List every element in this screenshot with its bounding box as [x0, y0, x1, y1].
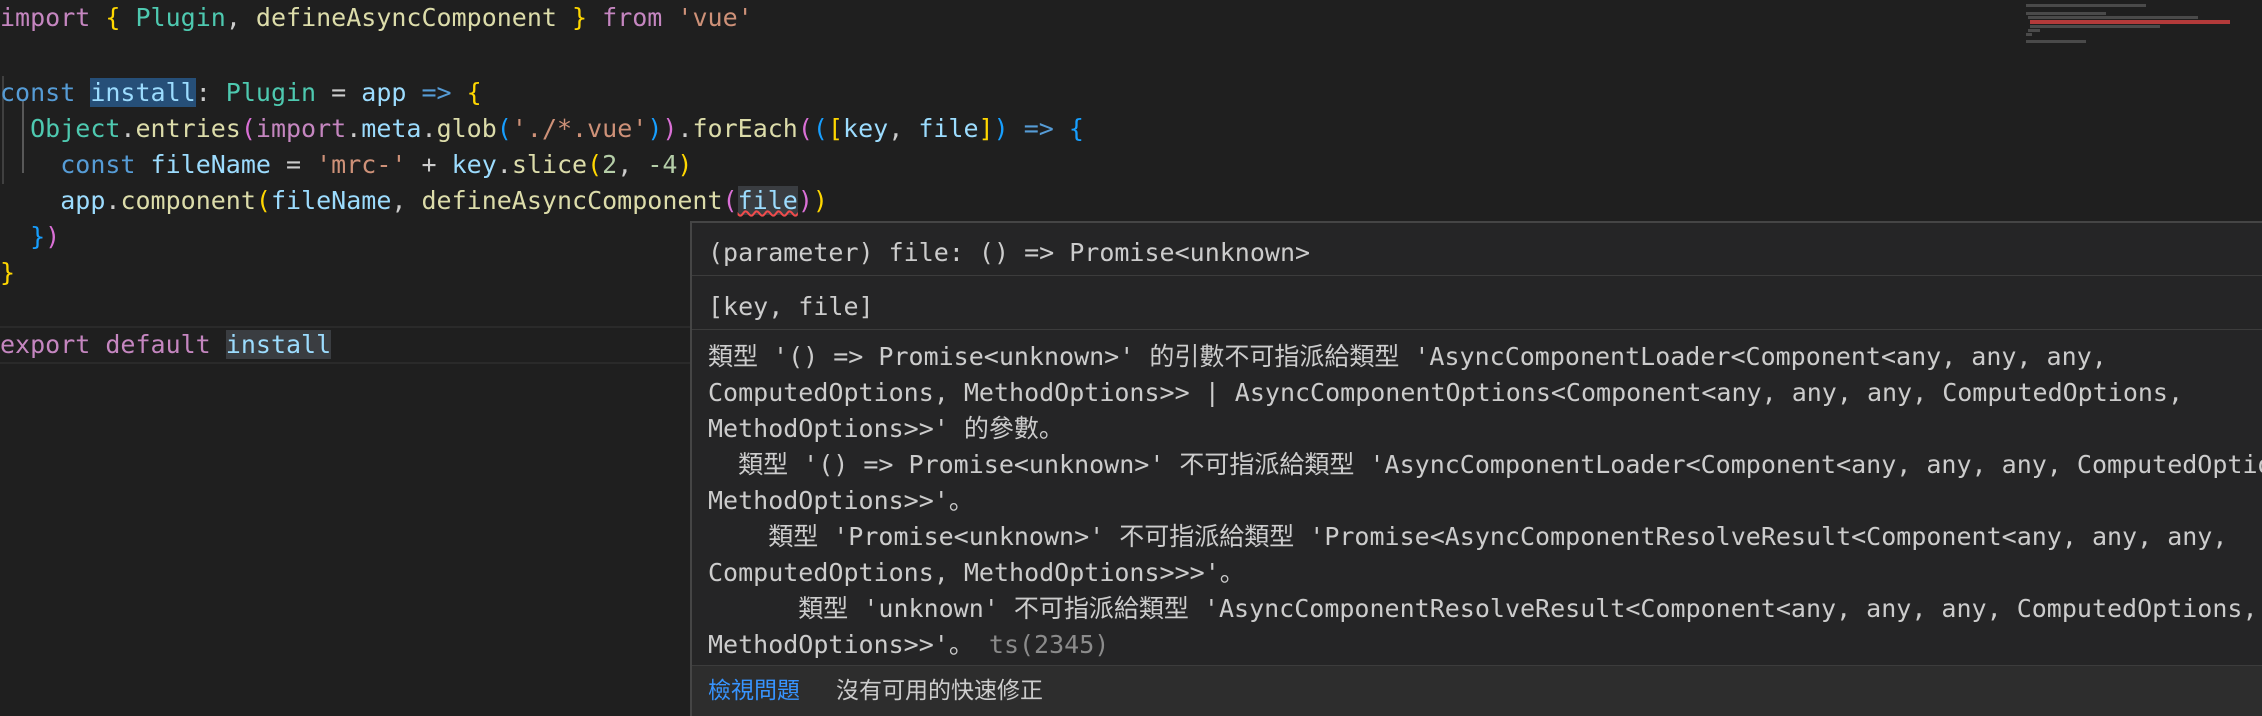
code-line-1[interactable]: import { Plugin, defineAsyncComponent } …	[0, 0, 753, 36]
code-line-7[interactable]: })	[0, 219, 60, 255]
hover-tooltip: (parameter) file: () => Promise<unknown>…	[690, 221, 2262, 716]
error-code: ts(2345)	[988, 630, 1110, 659]
code-line-8[interactable]: }	[0, 255, 15, 291]
code-line-5[interactable]: const fileName = 'mrc-' + key.slice(2, -…	[0, 147, 692, 183]
error-line: 類型 '() => Promise<unknown>' 的引數不可指派給類型 '…	[708, 342, 2107, 371]
signature-text: (parameter) file: () => Promise<unknown>	[708, 238, 1311, 267]
error-line: MethodOptions>>'。	[708, 486, 974, 515]
error-line: ComputedOptions, MethodOptions>> | Async…	[708, 378, 2184, 407]
hover-status-bar: 檢視問題 沒有可用的快速修正	[692, 665, 2262, 716]
no-quick-fix-text: 沒有可用的快速修正	[836, 678, 1043, 704]
code-line-3[interactable]: const install: Plugin = app => {	[0, 75, 482, 111]
error-line: ComputedOptions, MethodOptions>>>'。	[708, 558, 1245, 587]
hover-destructure: [key, file]	[708, 292, 874, 321]
code-line-10[interactable]: export default install	[0, 327, 332, 363]
view-problem-link[interactable]: 檢視問題	[708, 666, 800, 716]
error-line: 類型 'unknown' 不可指派給類型 'AsyncComponentReso…	[708, 594, 2258, 623]
code-line-4[interactable]: Object.entries(import.meta.glob('./*.vue…	[0, 111, 1084, 147]
minimap[interactable]	[2024, 0, 2262, 60]
code-line-6[interactable]: app.component(fileName, defineAsyncCompo…	[0, 183, 828, 219]
error-line: MethodOptions>>' 的參數。	[708, 414, 1064, 443]
error-squiggle[interactable]: file	[737, 186, 798, 215]
error-line: 類型 '() => Promise<unknown>' 不可指派給類型 'Asy…	[708, 450, 2262, 479]
error-line: 類型 'Promise<unknown>' 不可指派給類型 'Promise<A…	[708, 522, 2228, 551]
hover-signature: (parameter) file: () => Promise<unknown>	[708, 235, 1310, 271]
error-message: 類型 '() => Promise<unknown>' 的引數不可指派給類型 '…	[708, 339, 2262, 663]
error-line: MethodOptions>>'。	[708, 630, 974, 659]
